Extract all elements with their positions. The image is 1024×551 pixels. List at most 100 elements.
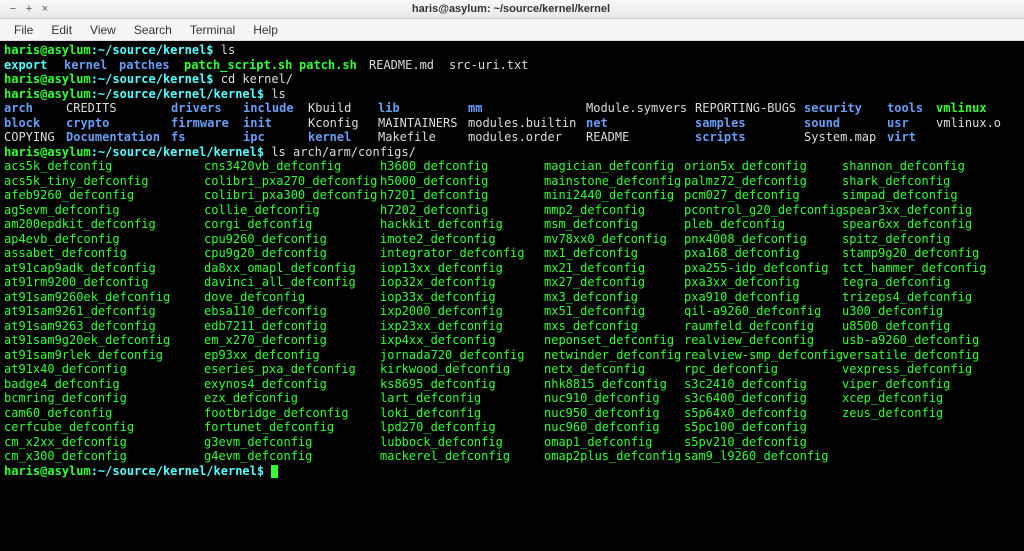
config-file: orion5x_defconfig	[684, 159, 842, 174]
menu-terminal[interactable]: Terminal	[182, 21, 243, 39]
config-file: mv78xx0_defconfig	[544, 232, 684, 247]
config-file: dove_defconfig	[204, 290, 380, 305]
config-file: jornada720_defconfig	[380, 348, 544, 363]
config-file: mini2440_defconfig	[544, 188, 684, 203]
config-file: qil-a9260_defconfig	[684, 304, 842, 319]
ls-item: block	[4, 116, 66, 131]
ls-item: security	[804, 101, 887, 116]
config-file: eseries_pxa_defconfig	[204, 362, 380, 377]
config-file: badge4_defconfig	[4, 377, 204, 392]
config-file: shannon_defconfig	[842, 159, 1024, 174]
config-file: at91sam9g20ek_defconfig	[4, 333, 204, 348]
ls-item: Module.symvers	[586, 101, 695, 116]
config-file: raumfeld_defconfig	[684, 319, 842, 334]
ls-item: virt	[887, 130, 936, 145]
config-file: neponset_defconfig	[544, 333, 684, 348]
config-file: em_x270_defconfig	[204, 333, 380, 348]
config-file: afeb9260_defconfig	[4, 188, 204, 203]
menu-help[interactable]: Help	[245, 21, 286, 39]
ls-item: vmlinux	[936, 101, 987, 116]
ls-item: Kbuild	[308, 101, 378, 116]
ls-item: README	[586, 130, 695, 145]
config-file: cm_x300_defconfig	[4, 449, 204, 464]
prompt-path: :~/source/kernel$	[91, 72, 221, 86]
ls-item: arch	[4, 101, 66, 116]
ls-item: System.map	[804, 130, 887, 145]
config-file: s5pv210_defconfig	[684, 435, 842, 450]
ls-item: COPYING	[4, 130, 66, 145]
config-file: mackerel_defconfig	[380, 449, 544, 464]
config-file: nhk8815_defconfig	[544, 377, 684, 392]
window-title: haris@asylum: ~/source/kernel/kernel	[58, 3, 964, 15]
config-file: usb-a9260_defconfig	[842, 333, 1024, 348]
menu-view[interactable]: View	[82, 21, 124, 39]
config-file: u8500_defconfig	[842, 319, 1024, 334]
config-file: kirkwood_defconfig	[380, 362, 544, 377]
config-file: cns3420vb_defconfig	[204, 159, 380, 174]
config-file: footbridge_defconfig	[204, 406, 380, 421]
config-file: ebsa110_defconfig	[204, 304, 380, 319]
close-button[interactable]: ×	[40, 4, 50, 14]
terminal-area[interactable]: haris@asylum:~/source/kernel$ lsexportke…	[0, 41, 1024, 551]
config-file: at91sam9rlek_defconfig	[4, 348, 204, 363]
menu-search[interactable]: Search	[126, 21, 180, 39]
config-file: pxa255-idp_defconfig	[684, 261, 842, 276]
config-file: pnx4008_defconfig	[684, 232, 842, 247]
config-file: ep93xx_defconfig	[204, 348, 380, 363]
config-file: mmp2_defconfig	[544, 203, 684, 218]
ls-item: samples	[695, 116, 804, 131]
config-file: tegra_defconfig	[842, 275, 1024, 290]
config-file: g4evm_defconfig	[204, 449, 380, 464]
ls-item: drivers	[171, 101, 243, 116]
command-text: cd kernel/	[221, 72, 293, 86]
config-file: stamp9g20_defconfig	[842, 246, 1024, 261]
config-file: colibri_pxa300_defconfig	[204, 188, 380, 203]
config-file: vexpress_defconfig	[842, 362, 1024, 377]
config-file: xcep_defconfig	[842, 391, 1024, 406]
config-file: sam9_l9260_defconfig	[684, 449, 842, 464]
config-file: zeus_defconfig	[842, 406, 1024, 421]
config-file: at91cap9adk_defconfig	[4, 261, 204, 276]
config-file: pxa3xx_defconfig	[684, 275, 842, 290]
config-file: cpu9260_defconfig	[204, 232, 380, 247]
config-file: cerfcube_defconfig	[4, 420, 204, 435]
config-file: imote2_defconfig	[380, 232, 544, 247]
config-file: mxs_defconfig	[544, 319, 684, 334]
config-file: rpc_defconfig	[684, 362, 842, 377]
config-file: at91rm9200_defconfig	[4, 275, 204, 290]
config-file: s3c6400_defconfig	[684, 391, 842, 406]
minimize-button[interactable]: −	[8, 4, 18, 14]
config-file: integrator_defconfig	[380, 246, 544, 261]
ls-item: vmlinux.o	[936, 116, 1001, 131]
config-file: ap4evb_defconfig	[4, 232, 204, 247]
config-file: simpad_defconfig	[842, 188, 1024, 203]
config-file: iop33x_defconfig	[380, 290, 544, 305]
menu-file[interactable]: File	[6, 21, 41, 39]
config-file: at91sam9260ek_defconfig	[4, 290, 204, 305]
ls-item: ipc	[243, 130, 308, 145]
prompt-user: haris@asylum	[4, 87, 91, 101]
config-file: pleb_defconfig	[684, 217, 842, 232]
config-file: pxa168_defconfig	[684, 246, 842, 261]
maximize-button[interactable]: +	[24, 4, 34, 14]
ls-item: README.md	[369, 58, 449, 73]
config-file: mainstone_defconfig	[544, 174, 684, 189]
config-file: h7201_defconfig	[380, 188, 544, 203]
config-file: exynos4_defconfig	[204, 377, 380, 392]
config-file: mx21_defconfig	[544, 261, 684, 276]
config-file: spitz_defconfig	[842, 232, 1024, 247]
ls-item: patch.sh	[299, 58, 369, 73]
command-text: ls	[271, 87, 285, 101]
menu-edit[interactable]: Edit	[43, 21, 80, 39]
config-file: pxa910_defconfig	[684, 290, 842, 305]
config-file: bcmring_defconfig	[4, 391, 204, 406]
config-file: u300_defconfig	[842, 304, 1024, 319]
config-file: spear6xx_defconfig	[842, 217, 1024, 232]
config-file: acs5k_defconfig	[4, 159, 204, 174]
ls-item: init	[243, 116, 308, 131]
config-file: ixp4xx_defconfig	[380, 333, 544, 348]
ls-item: REPORTING-BUGS	[695, 101, 804, 116]
config-file: mx51_defconfig	[544, 304, 684, 319]
ls-item: firmware	[171, 116, 243, 131]
config-file: ag5evm_defconfig	[4, 203, 204, 218]
